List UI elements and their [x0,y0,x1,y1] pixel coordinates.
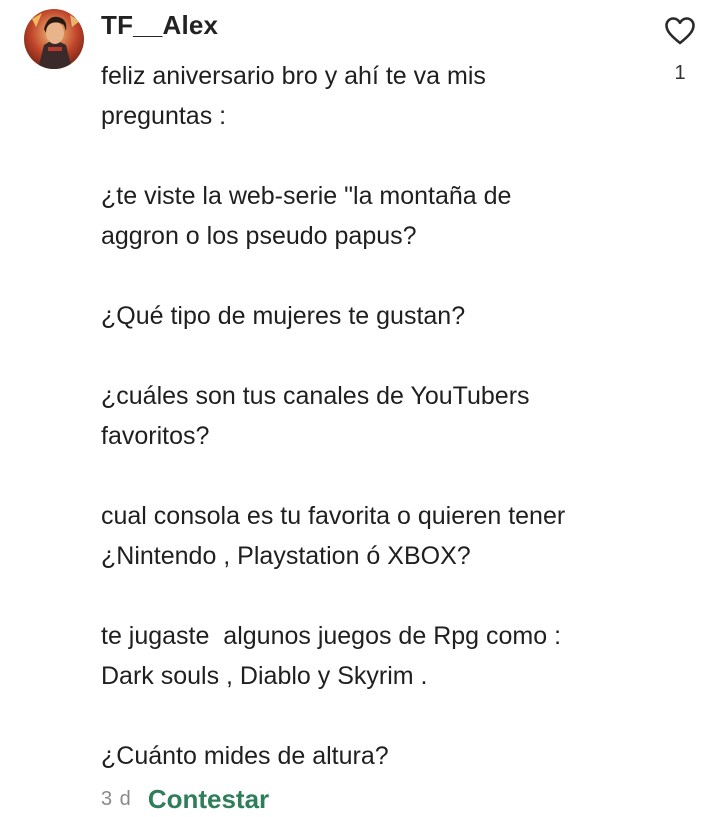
comment-line: feliz aniversario bro y ahí te va mis [101,62,486,90]
comment-line: cual consola es tu favorita o quieren te… [101,502,566,530]
comment-body: feliz aniversario bro y ahí te va mis pre… [101,56,641,776]
comment-item: TF__Alex feliz aniversario bro y ahí te … [0,0,720,817]
comment-footer: 3 d Contestar [101,781,269,817]
username[interactable]: TF__Alex [101,10,218,41]
comment-line: ¿Nintendo , Playstation ó XBOX? [101,542,471,570]
like-count: 1 [674,62,686,84]
comment-line: ¿cuáles son tus canales de YouTubers [101,382,530,410]
timestamp: 3 d [101,787,132,810]
comment-line: favoritos? [101,422,210,450]
comment-line: ¿Cuánto mides de altura? [101,742,389,770]
comment-line: aggron o los pseudo papus? [101,222,417,250]
comment-line: ¿Qué tipo de mujeres te gustan? [101,302,466,330]
comment-line: ¿te viste la web-serie "la montaña de [101,182,512,210]
comment-line: preguntas : [101,102,227,130]
reply-button[interactable]: Contestar [148,784,269,815]
avatar-image [24,9,84,69]
comment-line: Dark souls , Diablo y Skyrim . [101,662,428,690]
like-control: 1 [660,14,700,84]
avatar[interactable] [24,9,84,69]
heart-outline-icon[interactable] [664,16,696,46]
comment-line: te jugaste algunos juegos de Rpg como : [101,622,562,650]
